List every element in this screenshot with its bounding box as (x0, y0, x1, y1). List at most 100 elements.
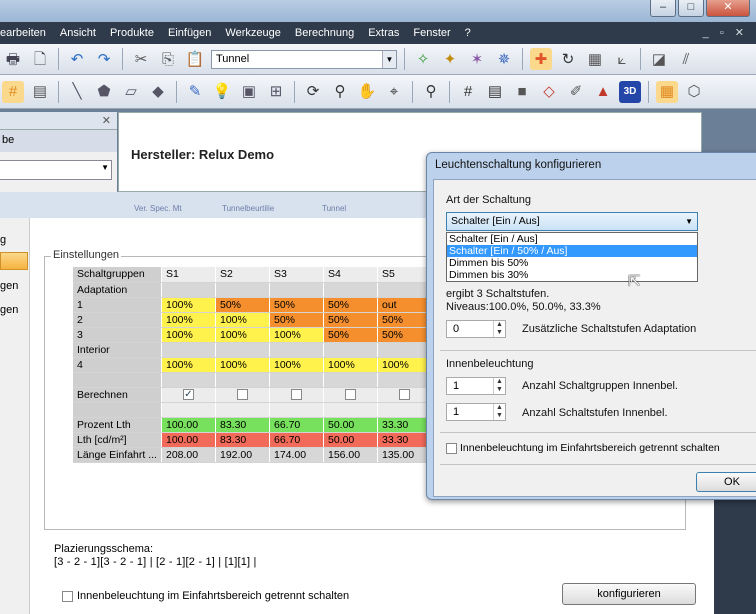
table-cell[interactable]: 100% (215, 312, 270, 328)
nav-item[interactable]: gen (0, 280, 18, 292)
table-cell[interactable]: 33.30 (377, 432, 432, 448)
chevron-down-icon[interactable]: ▼ (382, 50, 396, 68)
menu-produkte[interactable]: Produkte (110, 27, 154, 39)
object-insert-icon[interactable]: ✎ (184, 81, 206, 103)
furniture-icon[interactable]: ▣ (238, 81, 260, 103)
table-cell[interactable]: 83.30 (215, 417, 270, 433)
snap-icon[interactable]: ◪ (648, 48, 670, 70)
table-cell[interactable] (215, 402, 270, 418)
menu-help[interactable]: ? (465, 27, 471, 39)
calculate-checkbox-cell[interactable]: ✓ (161, 387, 216, 403)
table-cell[interactable]: 156.00 (323, 447, 378, 463)
checkbox[interactable] (236, 389, 248, 401)
table-cell[interactable]: 100% (161, 327, 216, 343)
wall-tool-icon[interactable]: ▱ (120, 81, 142, 103)
project-combo[interactable]: Tunnel ▼ (211, 49, 397, 69)
table-cell[interactable]: 100% (323, 357, 378, 373)
print-preview-icon[interactable]: 🗋 (29, 48, 51, 70)
redo-icon[interactable]: ↷ (93, 48, 115, 70)
table-cell[interactable] (377, 282, 432, 298)
table-cell[interactable]: 50% (215, 297, 270, 313)
checkbox[interactable] (290, 389, 302, 401)
table-cell[interactable]: 100% (215, 357, 270, 373)
table-cell[interactable]: 100% (377, 357, 432, 373)
table-cell[interactable] (323, 342, 378, 358)
table-cell[interactable] (377, 342, 432, 358)
move-icon[interactable]: ✚ (530, 48, 552, 70)
table-cell[interactable]: 100% (161, 312, 216, 328)
checkbox[interactable] (344, 389, 356, 401)
close-icon[interactable]: ✕ (102, 114, 111, 127)
table-cell[interactable]: 33.30 (377, 417, 432, 433)
menu-einfuegen[interactable]: Einfügen (168, 27, 211, 39)
grid-view-icon[interactable]: ▦ (584, 48, 606, 70)
table-cell[interactable] (215, 372, 270, 388)
maximize-button[interactable]: □ (678, 0, 704, 17)
dropdown-option[interactable]: Dimmen bis 30% (447, 269, 697, 281)
table-cell[interactable]: 208.00 (161, 447, 216, 463)
interior-levels-spinner[interactable]: 1 ▲ ▼ (446, 403, 506, 421)
menu-fenster[interactable]: Fenster (413, 27, 450, 39)
tab-tunnel-eval[interactable]: Tunnelbeurtilie (222, 204, 274, 213)
table-cell[interactable]: 100.00 (161, 417, 216, 433)
adaptation-levels-spinner[interactable]: 0 ▲ ▼ (446, 320, 506, 338)
tab-spec[interactable]: Ver. Spec. Mt (134, 204, 182, 213)
table-cell[interactable] (215, 282, 270, 298)
table-cell[interactable]: 100% (269, 357, 324, 373)
line-tool-icon[interactable]: ╲ (66, 81, 88, 103)
table-cell[interactable]: 100% (161, 297, 216, 313)
table-cell[interactable]: 50% (377, 312, 432, 328)
nav-item[interactable]: gen (0, 304, 18, 316)
grid-hash-icon[interactable]: # (2, 80, 24, 103)
calculate-checkbox-cell[interactable] (377, 387, 432, 403)
table-cell[interactable]: 50% (269, 297, 324, 313)
checkbox[interactable] (398, 389, 410, 401)
table-cell[interactable] (323, 372, 378, 388)
calculate-checkbox-cell[interactable] (269, 387, 324, 403)
table-cell[interactable] (269, 372, 324, 388)
separate-switching-checkbox[interactable]: Innenbeleuchtung im Einfahrtsbereich get… (62, 590, 349, 602)
configure-button[interactable]: konfigurieren (562, 583, 696, 605)
light-source-icon[interactable]: 💡 (211, 81, 233, 103)
menu-extras[interactable]: Extras (368, 27, 399, 39)
mdi-controls[interactable]: _ ▫ ✕ (703, 26, 748, 39)
table-cell[interactable]: 50.00 (323, 432, 378, 448)
table-cell[interactable]: 50.00 (323, 417, 378, 433)
polygon-tool-icon[interactable]: ⬟ (93, 81, 115, 103)
table-cell[interactable]: 66.70 (269, 417, 324, 433)
paint-icon[interactable]: ✐ (565, 81, 587, 103)
luminaire-edit-icon[interactable]: ✶ (466, 48, 488, 70)
spinner-arrows-icon[interactable]: ▲ ▼ (493, 378, 505, 394)
close-window-button[interactable]: ✕ (706, 0, 750, 17)
calculate-checkbox-cell[interactable] (215, 387, 270, 403)
table-cell[interactable]: 100% (269, 327, 324, 343)
zoom-icon[interactable]: ⚲ (329, 81, 351, 103)
table-cell[interactable]: 192.00 (215, 447, 270, 463)
table-cell[interactable] (377, 372, 432, 388)
table-cell[interactable]: 135.00 (377, 447, 432, 463)
chevron-down-icon[interactable]: ▼ (685, 213, 693, 230)
zoom-window-icon[interactable]: ⚲ (420, 81, 442, 103)
luminaire-align-icon[interactable]: ✵ (493, 48, 515, 70)
table-cell[interactable] (269, 342, 324, 358)
menu-werkzeuge[interactable]: Werkzeuge (225, 27, 280, 39)
measure-area-icon[interactable]: ⊞ (265, 81, 287, 103)
dropdown-option[interactable]: Dimmen bis 50% (447, 257, 697, 269)
table-cell[interactable] (269, 402, 324, 418)
cube-icon[interactable]: ⬡ (683, 81, 705, 103)
nav-item[interactable]: g (0, 234, 6, 246)
copy-icon[interactable]: ⎘ (157, 48, 179, 70)
3d-stereo-icon[interactable]: 3D (619, 80, 641, 103)
dialog-separate-checkbox[interactable]: Innenbeleuchtung im Einfahrtsbereich get… (446, 442, 720, 454)
calculate-checkbox-cell[interactable] (323, 387, 378, 403)
checkbox[interactable] (446, 442, 457, 454)
checkbox[interactable] (62, 590, 73, 602)
minimize-button[interactable]: – (650, 0, 676, 17)
chevron-down-icon[interactable]: ▼ (101, 163, 109, 172)
paste-icon[interactable]: 📋 (184, 48, 206, 70)
table-cell[interactable]: out (377, 297, 432, 313)
rotate-icon[interactable]: ↻ (557, 48, 579, 70)
menu-ansicht[interactable]: Ansicht (60, 27, 96, 39)
table-cell[interactable]: 50% (323, 297, 378, 313)
table-cell[interactable] (215, 342, 270, 358)
